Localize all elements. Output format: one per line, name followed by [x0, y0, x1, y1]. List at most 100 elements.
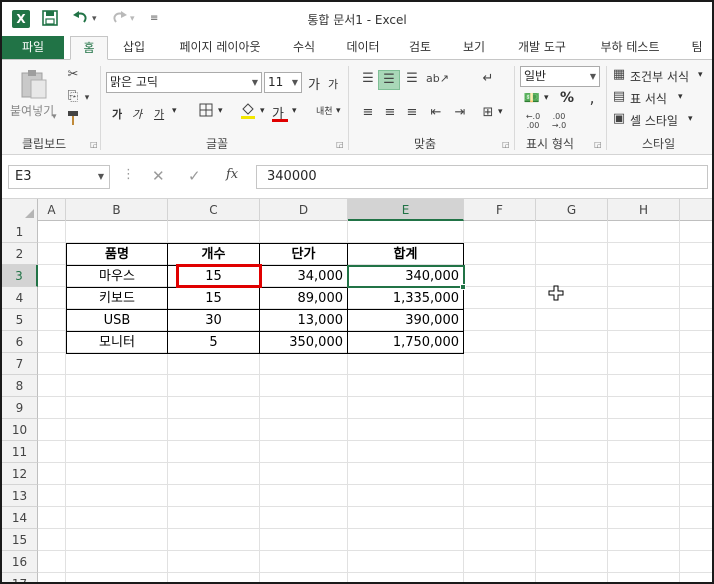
name-box[interactable]: E3 ▼ — [8, 165, 110, 189]
cell-e6[interactable]: 1,750,000 — [348, 332, 463, 354]
row-header-9[interactable]: 9 — [2, 397, 38, 419]
align-left-icon[interactable]: ≡ — [358, 104, 378, 122]
wrap-text-icon[interactable]: ↵ — [478, 70, 498, 88]
tab-team[interactable]: 팀 — [682, 36, 712, 60]
cell-styles-dropdown-icon[interactable]: ▾ — [688, 114, 693, 124]
paste-button[interactable]: 붙여넣기 — [10, 102, 54, 119]
align-top-icon[interactable]: ☰ — [358, 70, 378, 88]
column-header-f[interactable]: F — [464, 199, 536, 221]
merge-dropdown-icon[interactable]: ▾ — [498, 107, 503, 117]
copy-icon[interactable]: ⎘ — [64, 88, 82, 106]
cell-e4[interactable]: 1,335,000 — [348, 288, 463, 310]
phonetic-dropdown-icon[interactable]: ▾ — [336, 106, 341, 116]
row-header-6[interactable]: 6 — [2, 331, 38, 353]
column-header-b[interactable]: B — [66, 199, 168, 221]
comma-style-icon[interactable]: , — [582, 89, 602, 107]
format-table-button[interactable]: 표 서식 — [630, 90, 667, 107]
orientation-icon[interactable]: ab↗ — [426, 70, 449, 88]
cell-styles-button[interactable]: 셀 스타일 — [630, 112, 678, 129]
conditional-format-icon[interactable]: ▦ — [610, 66, 628, 84]
row-header-4[interactable]: 4 — [2, 287, 38, 309]
row-header-12[interactable]: 12 — [2, 463, 38, 485]
cell-b2[interactable]: 품명 — [67, 244, 167, 266]
increase-decimal-icon[interactable]: ←.0.00 — [522, 112, 544, 130]
worksheet-grid[interactable]: A B C D E F G H 1 2 3 4 5 6 7 8 9 10 11 … — [2, 199, 712, 582]
cell-b4[interactable]: 키보드 — [67, 288, 167, 310]
tab-formulas[interactable]: 수식 — [284, 36, 324, 60]
row-header-13[interactable]: 13 — [2, 485, 38, 507]
border-dropdown-icon[interactable]: ▾ — [218, 106, 223, 116]
decrease-decimal-icon[interactable]: .00 →.0 — [548, 112, 570, 130]
tab-view[interactable]: 보기 — [454, 36, 494, 60]
font-name-select[interactable]: 맑은 고딕 ▼ — [106, 72, 262, 93]
column-header-d[interactable]: D — [260, 199, 348, 221]
align-bottom-icon[interactable]: ☰ — [402, 70, 422, 88]
tab-load-test[interactable]: 부하 테스트 — [590, 36, 670, 60]
column-header-c[interactable]: C — [168, 199, 260, 221]
row-header-16[interactable]: 16 — [2, 551, 38, 573]
copy-dropdown-icon[interactable]: ▾ — [82, 89, 92, 107]
clipboard-launcher-icon[interactable]: ◲ — [90, 140, 98, 149]
column-header-a[interactable]: A — [38, 199, 66, 221]
row-header-17[interactable]: 17 — [2, 573, 38, 582]
paste-dropdown-icon[interactable]: ▾ — [52, 112, 57, 122]
format-table-icon[interactable]: ▤ — [610, 88, 628, 106]
currency-dropdown-icon[interactable]: ▾ — [544, 93, 549, 103]
insert-function-button[interactable]: fx — [226, 167, 238, 182]
fill-color-dropdown-icon[interactable]: ▾ — [260, 106, 265, 116]
format-painter-icon[interactable] — [64, 110, 82, 132]
row-header-5[interactable]: 5 — [2, 309, 38, 331]
row-header-15[interactable]: 15 — [2, 529, 38, 551]
cell-d2[interactable]: 단가 — [260, 244, 347, 266]
column-header-h[interactable]: H — [608, 199, 680, 221]
tab-review[interactable]: 검토 — [400, 36, 440, 60]
font-size-select[interactable]: 11 ▼ — [264, 72, 302, 93]
border-icon[interactable] — [196, 103, 216, 123]
shrink-font-button[interactable]: 가 — [328, 76, 338, 92]
select-all-corner[interactable] — [2, 199, 38, 221]
increase-indent-icon[interactable]: ⇥ — [450, 104, 470, 122]
formula-input[interactable]: 340000 — [256, 165, 708, 189]
cell-d6[interactable]: 350,000 — [260, 332, 347, 354]
merge-center-icon[interactable]: ⊞ — [478, 104, 498, 122]
cell-styles-icon[interactable]: ▣ — [610, 110, 628, 128]
row-header-1[interactable]: 1 — [2, 221, 38, 243]
format-table-dropdown-icon[interactable]: ▾ — [678, 92, 683, 102]
row-header-10[interactable]: 10 — [2, 419, 38, 441]
align-middle-icon[interactable]: ☰ — [378, 70, 400, 90]
row-header-3[interactable]: 3 — [2, 265, 38, 287]
row-header-2[interactable]: 2 — [2, 243, 38, 265]
align-center-icon[interactable]: ≡ — [380, 104, 400, 122]
row-header-14[interactable]: 14 — [2, 507, 38, 529]
cell-c2[interactable]: 개수 — [168, 244, 259, 266]
fill-color-icon[interactable] — [238, 102, 258, 126]
column-header-e[interactable]: E — [348, 199, 464, 221]
cell-c5[interactable]: 30 — [168, 310, 259, 332]
phonetic-button[interactable]: 내천 — [316, 104, 333, 117]
conditional-format-button[interactable]: 조건부 서식 — [630, 68, 689, 85]
cell-b5[interactable]: USB — [67, 310, 167, 332]
cell-c4[interactable]: 15 — [168, 288, 259, 310]
tab-data[interactable]: 데이터 — [338, 36, 388, 60]
font-launcher-icon[interactable]: ◲ — [336, 140, 344, 149]
underline-dropdown-icon[interactable]: ▾ — [172, 106, 177, 116]
italic-button[interactable]: 가 — [132, 106, 142, 122]
cell-d3[interactable]: 34,000 — [260, 266, 347, 288]
grow-font-button[interactable]: 가 — [308, 74, 320, 93]
currency-icon[interactable]: 💵 — [522, 90, 542, 108]
tab-insert[interactable]: 삽입 — [114, 36, 154, 60]
tab-file[interactable]: 파일 — [2, 36, 64, 60]
underline-button[interactable]: 가 — [154, 106, 164, 122]
cell-e2[interactable]: 합계 — [348, 244, 463, 266]
cell-d4[interactable]: 89,000 — [260, 288, 347, 310]
cell-b3[interactable]: 마우스 — [67, 266, 167, 288]
row-header-8[interactable]: 8 — [2, 375, 38, 397]
decrease-indent-icon[interactable]: ⇤ — [426, 104, 446, 122]
align-right-icon[interactable]: ≡ — [402, 104, 422, 122]
row-header-11[interactable]: 11 — [2, 441, 38, 463]
alignment-launcher-icon[interactable]: ◲ — [502, 140, 510, 149]
number-format-select[interactable]: 일반 ▼ — [520, 66, 600, 87]
conditional-dropdown-icon[interactable]: ▾ — [698, 70, 703, 80]
cell-d5[interactable]: 13,000 — [260, 310, 347, 332]
cut-icon[interactable]: ✂ — [64, 66, 82, 84]
